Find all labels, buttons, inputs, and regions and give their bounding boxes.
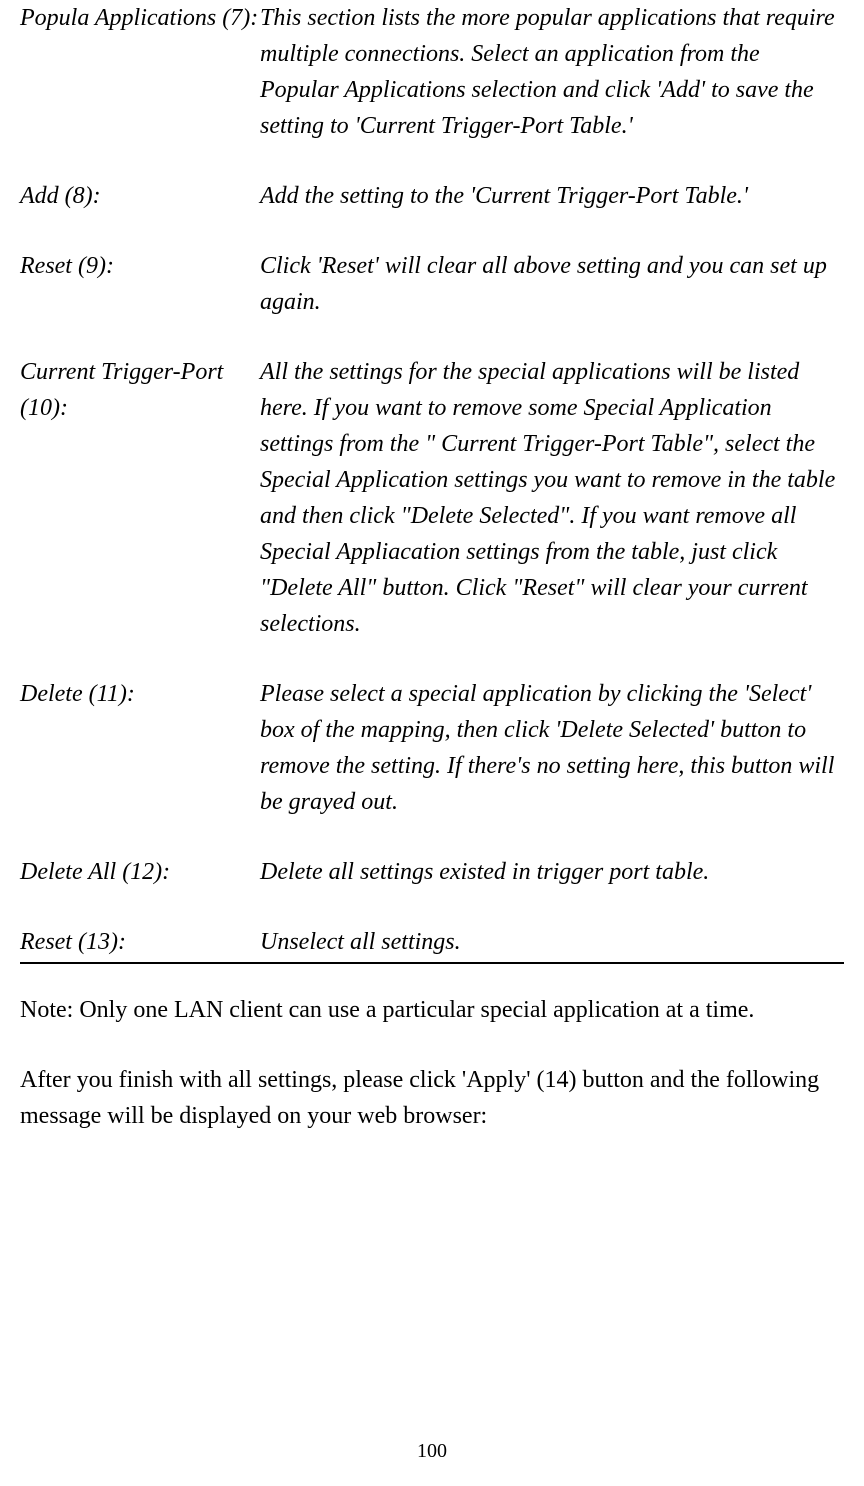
definitions-section: Popula Applications (7): This section li… <box>20 0 844 964</box>
definition-description: This section lists the more popular appl… <box>260 0 844 144</box>
definition-description: Click 'Reset' will clear all above setti… <box>260 248 844 320</box>
definition-term: Add (8): <box>20 178 260 214</box>
definition-term: Delete (11): <box>20 676 260 820</box>
definition-term: Current Trigger-Port (10): <box>20 354 260 642</box>
definition-description: Delete all settings existed in trigger p… <box>260 854 844 890</box>
definition-row: Delete All (12): Delete all settings exi… <box>20 854 844 890</box>
note-text: Note: Only one LAN client can use a part… <box>20 992 844 1028</box>
definition-row: Reset (9): Click 'Reset' will clear all … <box>20 248 844 320</box>
definition-description: All the settings for the special applica… <box>260 354 844 642</box>
definition-row: Popula Applications (7): This section li… <box>20 0 844 144</box>
definition-description: Unselect all settings. <box>260 924 844 960</box>
definition-term: Reset (13): <box>20 924 260 960</box>
definition-term: Reset (9): <box>20 248 260 320</box>
definition-description: Add the setting to the 'Current Trigger-… <box>260 178 844 214</box>
definition-row: Reset (13): Unselect all settings. <box>20 924 844 960</box>
definition-term: Popula Applications (7): <box>20 0 260 144</box>
definition-description: Please select a special application by c… <box>260 676 844 820</box>
definition-term: Delete All (12): <box>20 854 260 890</box>
definition-row: Add (8): Add the setting to the 'Current… <box>20 178 844 214</box>
definition-row: Delete (11): Please select a special app… <box>20 676 844 820</box>
after-note-text: After you finish with all settings, plea… <box>20 1062 844 1134</box>
definition-row: Current Trigger-Port (10): All the setti… <box>20 354 844 642</box>
page-number: 100 <box>0 1436 864 1466</box>
